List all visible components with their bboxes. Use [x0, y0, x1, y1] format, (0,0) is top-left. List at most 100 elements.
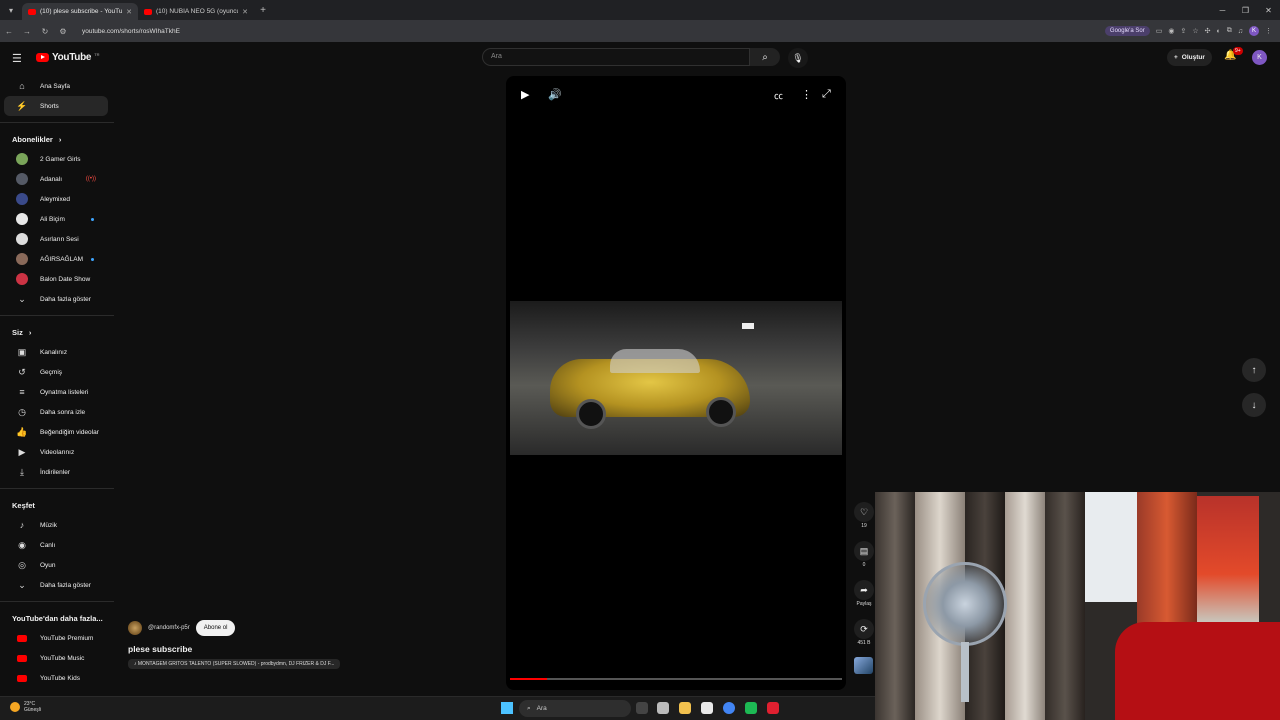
share-action[interactable]: ➦ Paylaş — [853, 580, 875, 607]
sidebar-item-subscription[interactable]: Adanalı ((•)) — [4, 169, 108, 189]
browser-profile-avatar[interactable]: K — [1249, 26, 1259, 36]
search-icon: ⌕ — [527, 704, 531, 712]
shorts-player[interactable]: ▶ 🔊 ㏄ ⋮ ⤢ — [506, 76, 846, 690]
sidebar-item-history[interactable]: ↺ Geçmiş — [4, 362, 108, 382]
site-info-icon[interactable]: ⚙ — [54, 27, 72, 36]
sidebar-item-subscription[interactable]: Asırların Sesi — [4, 229, 108, 249]
browser-menu-icon[interactable]: ⋮ — [1265, 27, 1272, 35]
search-input[interactable]: Ara — [482, 48, 750, 66]
more-list: YouTube Premium YouTube Music YouTube Kids — [0, 628, 116, 688]
sidebar-item-label: Daha sonra izle — [40, 408, 86, 416]
sidebar-item-clock[interactable]: ◷ Daha sonra izle — [4, 402, 108, 422]
taskbar-search[interactable]: ⌕ Ara — [519, 700, 631, 717]
weather-condition: Güneşli — [24, 707, 41, 713]
file-explorer-icon[interactable] — [679, 702, 691, 714]
you-heading[interactable]: Siz › — [0, 322, 116, 342]
share-icon[interactable]: ⇪ — [1180, 27, 1186, 35]
task-view-icon[interactable] — [636, 702, 648, 714]
hamburger-menu-icon[interactable]: ☰ — [12, 52, 22, 65]
sidebar-item-shorts[interactable]: ⚡ Shorts — [4, 96, 108, 116]
url-field[interactable]: youtube.com/shorts/rosWIhaTkhE — [82, 28, 1105, 35]
subscriptions-heading[interactable]: Abonelikler › — [0, 129, 116, 149]
sidebar-item-subscription[interactable]: Aleymixed — [4, 189, 108, 209]
account-avatar[interactable]: K — [1252, 50, 1267, 65]
play-icon[interactable]: ▶ — [521, 88, 529, 101]
electric-fan — [923, 562, 1007, 646]
sidebar-item-video[interactable]: ▶ Videolarınız — [4, 442, 108, 462]
close-window-icon[interactable]: ✕ — [1257, 0, 1280, 20]
tab-search-icon[interactable]: ▾ — [0, 0, 22, 20]
minimize-icon[interactable]: ─ — [1211, 0, 1234, 20]
app-icon[interactable] — [745, 702, 757, 714]
windows-start-icon[interactable] — [501, 702, 513, 714]
sidebar-item-download[interactable]: ⤓ İndirilenler — [4, 462, 108, 482]
sidebar-item-playlist[interactable]: ≡ Oynatma listeleri — [4, 382, 108, 402]
taskbar-search-label: Ara — [536, 705, 547, 712]
search-button[interactable]: ⌕ — [750, 48, 780, 66]
like-action[interactable]: ♡ 19 — [853, 502, 875, 529]
sidebar-item-subscription[interactable]: Balon Date Show — [4, 269, 108, 289]
sidebar-item-youtube-app[interactable]: YouTube Premium — [4, 628, 108, 648]
profile-switch-icon[interactable]: ◐ — [1217, 28, 1221, 35]
channel-avatar[interactable] — [128, 621, 142, 635]
sidebar-item-label: 2 Gamer Girls — [40, 155, 81, 163]
create-label: Oluştur — [1181, 54, 1205, 61]
app-icon[interactable] — [657, 702, 669, 714]
subs-show-more[interactable]: ⌄ Daha fazla göster — [4, 289, 108, 309]
subscribe-button[interactable]: Abone ol — [195, 620, 236, 636]
media-icon[interactable]: ♫ — [1238, 28, 1243, 35]
music-chip[interactable]: ♪ MONTAGEM GRITOS TALENTO (SUPER SLOWED)… — [128, 659, 341, 669]
restore-icon[interactable]: ❐ — [1234, 0, 1257, 20]
sidebar-item-subscription[interactable]: AĞIRSAĞLAM — [4, 249, 108, 269]
fullscreen-icon[interactable]: ⤢ — [822, 88, 831, 101]
sidebar-item-label: İndirilenler — [40, 468, 70, 476]
sidebar-item-like[interactable]: 👍 Beğendiğim videolar — [4, 422, 108, 442]
eye-icon[interactable]: ◉ — [1168, 27, 1174, 35]
weather-widget[interactable]: 23°C Güneşli — [10, 701, 41, 713]
extension-icon[interactable]: ✣ — [1205, 27, 1211, 35]
channel-name[interactable]: @randomfx-p5r — [148, 625, 190, 631]
more-options-icon[interactable]: ⋮ — [801, 88, 812, 101]
sidebar-item-music[interactable]: ♪ Müzik — [4, 515, 108, 535]
next-short-button[interactable]: ↓ — [1242, 393, 1266, 417]
app-icon[interactable] — [701, 702, 713, 714]
reload-icon[interactable]: ↻ — [36, 27, 54, 36]
sidebar-item-gaming[interactable]: ◎ Oyun — [4, 555, 108, 575]
sidebar-item-subscription[interactable]: Ali Biçim — [4, 209, 108, 229]
close-tab-icon[interactable]: ✕ — [242, 8, 248, 16]
sidebar-item-subscription[interactable]: 2 Gamer Girls — [4, 149, 108, 169]
app-icon[interactable] — [767, 702, 779, 714]
volume-icon[interactable]: 🔊 — [548, 88, 562, 101]
tab-nubia[interactable]: (10) NUBIA NEO 5G (oyuncu tel ✕ — [138, 3, 254, 20]
progress-bar[interactable] — [510, 678, 842, 680]
close-tab-icon[interactable]: ✕ — [126, 8, 132, 16]
browser-tab-bar: ▾ (10) plese subscribe - YouTube ✕ (10) … — [0, 0, 1280, 20]
tab-youtube-shorts[interactable]: (10) plese subscribe - YouTube ✕ — [22, 3, 138, 20]
sidebar-item-label: AĞIRSAĞLAM — [40, 255, 83, 263]
remix-action[interactable]: ⟳ 451 B — [853, 619, 875, 646]
youtube-header: ☰ YouTube TR Ara ⌕ 🎙 + Oluştur 🔔 9+ K — [0, 44, 1280, 72]
voice-search-button[interactable]: 🎙 — [788, 48, 808, 68]
back-icon[interactable]: ← — [0, 27, 18, 36]
captions-icon[interactable]: ㏄ — [774, 89, 783, 102]
extensions-puzzle-icon[interactable]: ⧉ — [1227, 27, 1232, 35]
sidebar-item-channel[interactable]: ▣ Kanalınız — [4, 342, 108, 362]
windows-taskbar: 23°C Güneşli ⌕ Ara — [0, 696, 875, 720]
bookmark-star-icon[interactable]: ☆ — [1192, 27, 1198, 35]
new-tab-icon[interactable]: + — [254, 5, 272, 16]
forward-icon[interactable]: → — [18, 27, 36, 36]
cast-icon[interactable]: ▭ — [1156, 27, 1163, 35]
create-button[interactable]: + Oluştur — [1167, 49, 1212, 66]
explore-show-more[interactable]: ⌄ Daha fazla göster — [4, 575, 108, 595]
google-ask-chip[interactable]: Google'a Sor — [1104, 26, 1150, 36]
comment-action[interactable]: ▤ 0 — [853, 541, 875, 568]
chrome-icon[interactable] — [723, 702, 735, 714]
sidebar-item-youtube-app[interactable]: YouTube Music — [4, 648, 108, 668]
sidebar-item-home[interactable]: ⌂ Ana Sayfa — [4, 76, 108, 96]
previous-short-button[interactable]: ↑ — [1242, 358, 1266, 382]
youtube-logo[interactable]: YouTube TR — [36, 52, 100, 63]
sound-thumbnail[interactable] — [854, 657, 873, 674]
sidebar-item-youtube-app[interactable]: YouTube Kids — [4, 668, 108, 688]
sidebar-item-live[interactable]: ◉ Canlı — [4, 535, 108, 555]
car-wheel — [706, 397, 736, 427]
